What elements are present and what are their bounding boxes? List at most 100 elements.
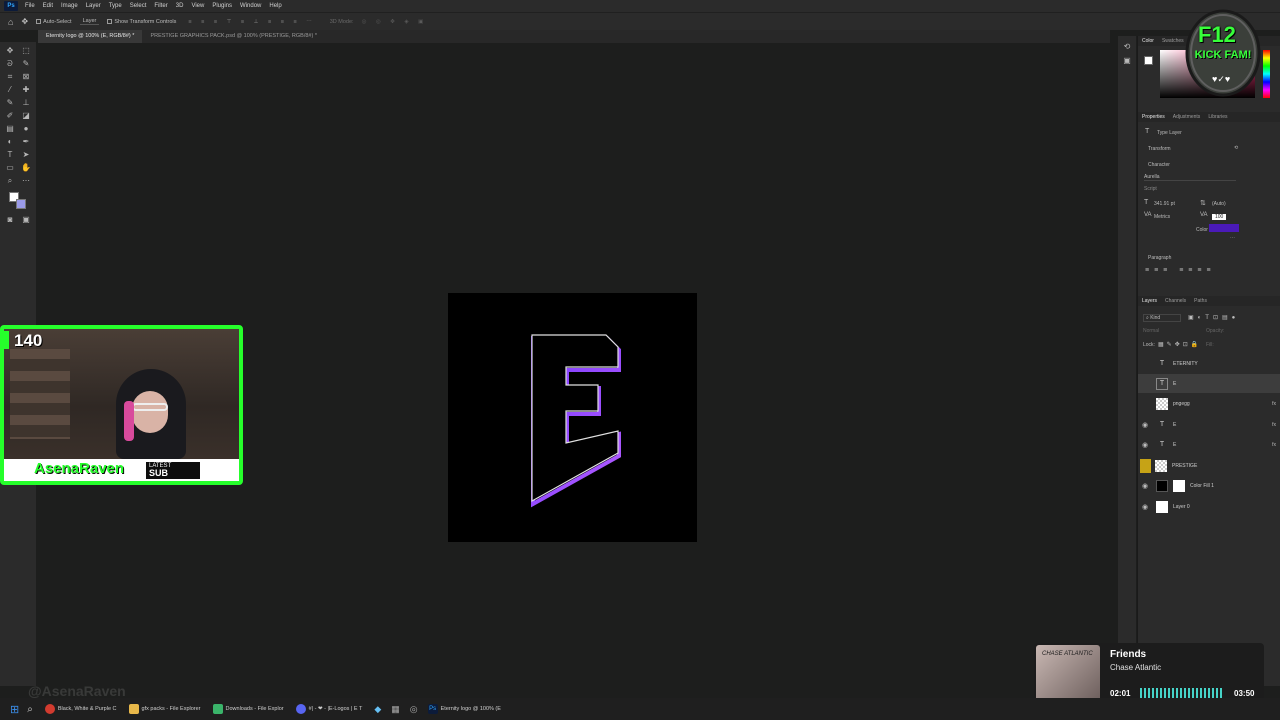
- menu-type[interactable]: Type: [105, 3, 126, 9]
- menu-window[interactable]: Window: [236, 3, 265, 9]
- move-icon[interactable]: ✥: [5, 46, 15, 56]
- more-options-icon[interactable]: ⋯: [1230, 235, 1235, 241]
- auto-select-checkbox[interactable]: [36, 19, 42, 24]
- hand-icon[interactable]: ✋: [21, 163, 31, 173]
- type-icon[interactable]: T: [5, 150, 15, 160]
- filter-type-icons[interactable]: ▣◐T⊡▤●: [1188, 314, 1239, 321]
- transform-section[interactable]: Transform: [1148, 146, 1171, 152]
- healing-icon[interactable]: ✚: [21, 85, 31, 95]
- stamp-icon[interactable]: ⊥: [21, 98, 31, 108]
- menu-select[interactable]: Select: [126, 3, 151, 9]
- layer-row[interactable]: ◉ T E fx: [1138, 415, 1280, 434]
- taskbar-item-chrome[interactable]: Black, White & Purple C: [44, 704, 117, 714]
- menu-file[interactable]: File: [21, 3, 39, 9]
- crop-icon[interactable]: ⌗: [5, 72, 15, 82]
- gradient-icon[interactable]: ▤: [5, 124, 15, 134]
- font-family-select[interactable]: Aurella: [1144, 174, 1236, 181]
- paragraph-section[interactable]: Paragraph: [1148, 255, 1171, 261]
- hue-slider[interactable]: [1263, 50, 1270, 98]
- eye-icon[interactable]: ◉: [1138, 421, 1152, 429]
- background-color-swatch[interactable]: [16, 199, 26, 209]
- more-tools-icon[interactable]: ⋯: [21, 176, 31, 186]
- steam-icon[interactable]: ◆: [374, 704, 381, 715]
- frame-icon[interactable]: ⊠: [21, 72, 31, 82]
- tracking-field[interactable]: 100: [1212, 214, 1227, 220]
- history-panel-icon[interactable]: ⟲: [1122, 42, 1132, 52]
- fg-color-chip[interactable]: [1144, 56, 1153, 65]
- pen-icon[interactable]: ✒: [21, 137, 31, 147]
- gamepad-icon[interactable]: ◎: [410, 704, 418, 715]
- leading-field[interactable]: (Auto): [1212, 201, 1226, 207]
- menu-plugins[interactable]: Plugins: [208, 3, 236, 9]
- font-size-field[interactable]: 341.91 pt: [1154, 201, 1175, 207]
- eye-icon[interactable]: ◉: [1138, 503, 1152, 511]
- quick-select-icon[interactable]: ✎: [21, 59, 31, 69]
- menu-view[interactable]: View: [187, 3, 208, 9]
- layer-row[interactable]: ◉ T E fx: [1138, 435, 1280, 454]
- path-select-icon[interactable]: ➤: [21, 150, 31, 160]
- lock-icons[interactable]: ▦✎✥⊡🔒: [1158, 341, 1201, 348]
- layer-row[interactable]: pngegg fx: [1138, 394, 1280, 413]
- tab-adjustments[interactable]: Adjustments: [1173, 114, 1201, 120]
- tab-prestige-pack[interactable]: PRESTIGE GRAPHICS PACK.psd @ 100% (PREST…: [142, 30, 325, 43]
- brush-icon[interactable]: ✎: [5, 98, 15, 108]
- layer-filter-select[interactable]: ⌕ Kind: [1143, 314, 1181, 322]
- zoom-icon[interactable]: ⌕: [5, 176, 15, 186]
- eraser-icon[interactable]: ◪: [21, 111, 31, 121]
- blend-mode-select[interactable]: Normal: [1143, 328, 1183, 334]
- visibility-toggle[interactable]: [1140, 458, 1151, 473]
- target-select[interactable]: Layer: [79, 18, 100, 25]
- comment-panel-icon[interactable]: ▣: [1122, 56, 1132, 66]
- 3d-mode-icons[interactable]: ◎ ◎ ✥ ◈ ▣: [362, 19, 428, 25]
- rectangle-icon[interactable]: ▭: [5, 163, 15, 173]
- lasso-icon[interactable]: ᘐ: [5, 59, 15, 69]
- fx-icon[interactable]: fx: [1272, 401, 1276, 407]
- layer-row[interactable]: ◉ Color Fill 1: [1138, 476, 1280, 495]
- dodge-icon[interactable]: ◐: [5, 137, 15, 147]
- auto-select-toggle[interactable]: Auto-Select: [36, 19, 72, 25]
- tab-color[interactable]: Color: [1142, 38, 1154, 44]
- align-buttons[interactable]: ≡≡≡ ≡≡≡≡: [1145, 267, 1216, 274]
- menu-layer[interactable]: Layer: [82, 3, 105, 9]
- screen-mode-icon[interactable]: ▣: [21, 215, 31, 225]
- tab-paths[interactable]: Paths: [1194, 298, 1207, 304]
- tab-swatches[interactable]: Swatches: [1162, 38, 1184, 44]
- menu-edit[interactable]: Edit: [39, 3, 57, 9]
- show-transform-checkbox[interactable]: [107, 19, 113, 24]
- home-icon[interactable]: ⌂: [8, 17, 13, 27]
- tab-libraries[interactable]: Libraries: [1208, 114, 1227, 120]
- windows-start-icon[interactable]: ⊞: [10, 703, 19, 716]
- fx-icon[interactable]: fx: [1272, 422, 1276, 428]
- taskbar-item-explorer[interactable]: gfx packs - File Explorer: [128, 704, 201, 714]
- character-section[interactable]: Character: [1148, 162, 1170, 168]
- reset-icon[interactable]: ⟲: [1234, 145, 1238, 151]
- layer-row[interactable]: PRESTIGE: [1138, 456, 1280, 475]
- tab-layers[interactable]: Layers: [1142, 298, 1157, 304]
- pinned-app-icon[interactable]: ▦: [391, 704, 400, 715]
- text-color-swatch[interactable]: [1209, 224, 1239, 232]
- blur-icon[interactable]: ●: [21, 124, 31, 134]
- layer-row[interactable]: T E: [1138, 374, 1280, 393]
- tab-eternity-logo[interactable]: Eternity logo @ 100% (E, RGB/8#) *: [38, 30, 143, 43]
- tab-properties[interactable]: Properties: [1142, 114, 1165, 120]
- layer-row[interactable]: T ETERNITY: [1138, 354, 1280, 373]
- taskbar-item-discord[interactable]: #| - ❤ - |E-Logos | E T: [295, 704, 362, 714]
- kerning-field[interactable]: Metrics: [1154, 214, 1170, 220]
- font-style-select[interactable]: Script: [1144, 186, 1236, 192]
- quick-mask-icon[interactable]: ◙: [5, 215, 15, 225]
- show-transform-toggle[interactable]: Show Transform Controls: [107, 19, 176, 25]
- eyedropper-icon[interactable]: ⁄: [5, 85, 15, 95]
- taskbar-item-photoshop[interactable]: Ps Eternity logo @ 100% (E: [427, 704, 501, 714]
- eye-icon[interactable]: ◉: [1138, 482, 1152, 490]
- document-canvas[interactable]: E: [448, 293, 697, 542]
- taskbar-item-downloads[interactable]: Downloads - File Explor: [212, 704, 284, 714]
- fx-icon[interactable]: fx: [1272, 442, 1276, 448]
- menu-image[interactable]: Image: [57, 3, 82, 9]
- search-icon[interactable]: ⌕: [27, 704, 33, 715]
- align-icons[interactable]: ≡ ≡ ≡ ⊤ ≡ ⊥ ≡ ≡ ≡ ⋯: [188, 19, 315, 25]
- menu-filter[interactable]: Filter: [150, 3, 171, 9]
- menu-help[interactable]: Help: [265, 3, 285, 9]
- move-tool-icon[interactable]: ✥: [21, 17, 28, 26]
- eye-icon[interactable]: ◉: [1138, 441, 1152, 449]
- marquee-icon[interactable]: ⬚: [21, 46, 31, 56]
